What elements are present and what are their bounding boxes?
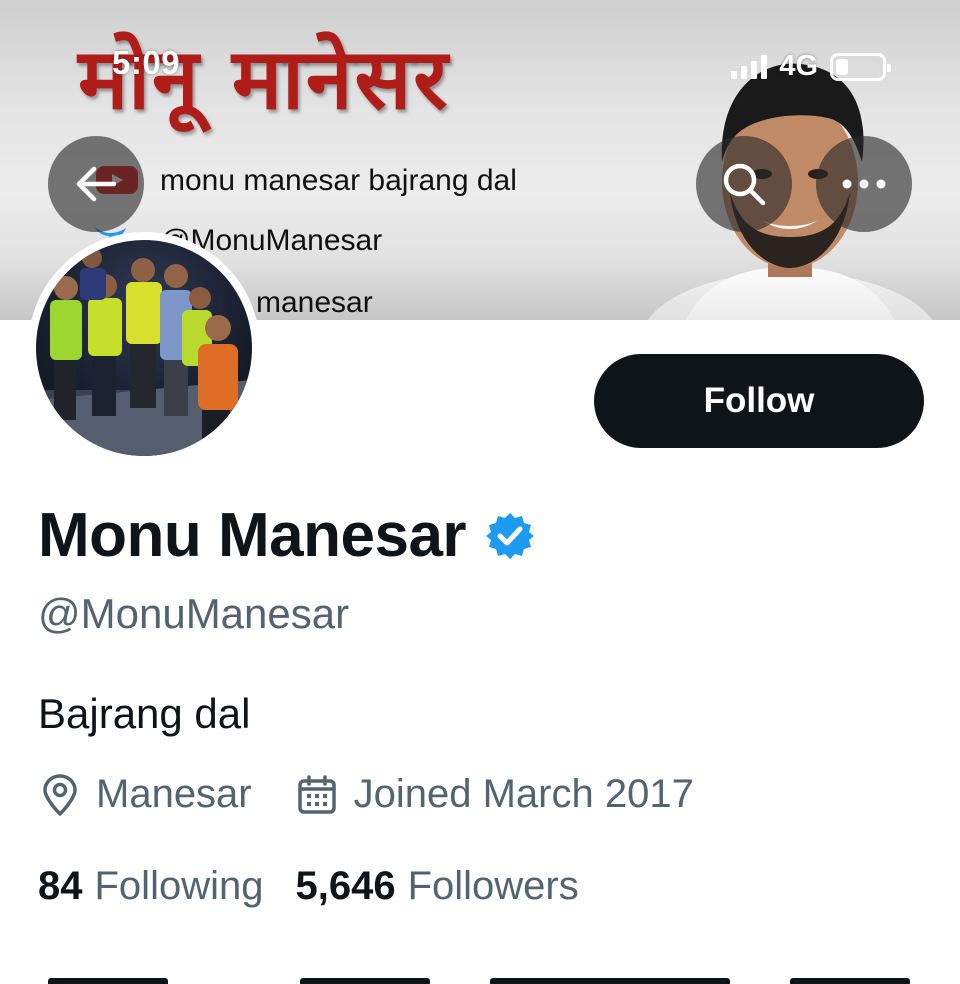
followers-link[interactable]: 5,646 Followers (295, 864, 578, 909)
status-indicators: 4G (731, 50, 891, 83)
verified-badge-icon (486, 512, 535, 559)
following-label: Following (94, 864, 264, 908)
more-options-button[interactable] (816, 136, 912, 232)
profile-avatar[interactable] (28, 232, 260, 464)
display-name: Monu Manesar (38, 501, 467, 570)
back-button[interactable] (48, 136, 144, 232)
joined-text: Joined March 2017 (353, 772, 694, 816)
network-type: 4G (779, 50, 818, 82)
avatar-photo (36, 240, 252, 456)
profile-bio: Bajrang dal (38, 690, 251, 737)
search-icon (723, 163, 766, 206)
location-text: Manesar (96, 772, 252, 816)
follow-stats: 84 Following 5,646 Followers (38, 864, 579, 909)
more-dots-icon (842, 179, 886, 189)
arrow-left-icon (76, 166, 117, 202)
banner-third-text: manesar (256, 286, 373, 319)
profile-meta: Manesar Joined March 2017 (40, 772, 694, 817)
profile-name-row: Monu Manesar (38, 500, 536, 571)
followers-count: 5,646 (295, 864, 396, 908)
location-pin-icon (43, 773, 77, 816)
followers-label: Followers (407, 864, 579, 908)
joined-item: Joined March 2017 (296, 772, 694, 817)
calendar-icon (297, 774, 336, 814)
follow-button[interactable]: Follow (594, 354, 924, 448)
profile-handle: @MonuManesar (38, 590, 350, 637)
location-item: Manesar (40, 772, 252, 817)
signal-strength-icon (731, 54, 768, 79)
search-button[interactable] (696, 136, 792, 232)
battery-icon (830, 52, 891, 81)
following-count: 84 (38, 864, 83, 908)
status-time: 5:09 (112, 44, 181, 81)
banner-youtube-text: monu manesar bajrang dal (160, 164, 517, 197)
profile-tabs-peek (0, 972, 960, 984)
following-link[interactable]: 84 Following (38, 864, 263, 909)
